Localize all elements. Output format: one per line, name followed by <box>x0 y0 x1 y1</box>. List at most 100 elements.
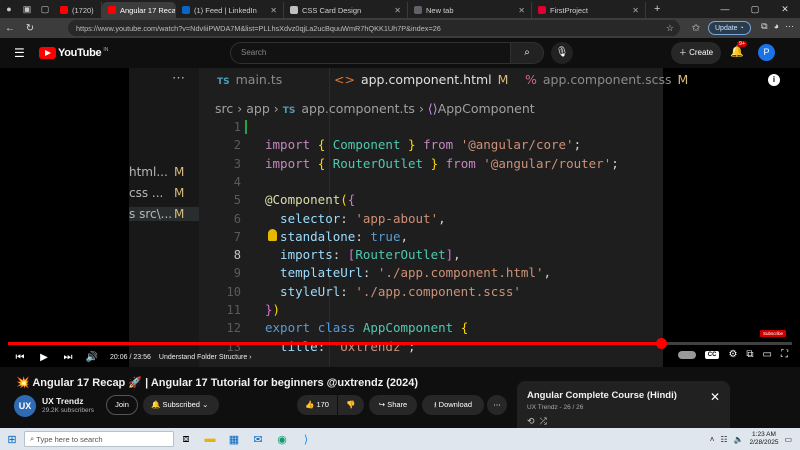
taskbar-search-input[interactable]: ⌕ Type here to search <box>24 431 174 447</box>
info-icon[interactable]: i <box>768 74 780 86</box>
code-token: import <box>265 155 318 171</box>
code-token: : <box>332 247 348 263</box>
tab-close-icon[interactable]: ✕ <box>264 6 277 15</box>
line-number: 7 <box>233 229 241 244</box>
playlist-title[interactable]: Angular Complete Course (Hindi) <box>527 390 677 401</box>
lightbulb-icon <box>268 229 277 241</box>
tab-favicon-icon <box>538 6 546 14</box>
play-icon[interactable]: ▶ <box>32 352 56 363</box>
minimize-icon[interactable]: — <box>710 4 740 15</box>
share-button[interactable]: ↪ Share <box>369 395 417 415</box>
code-token: templateUrl <box>265 265 363 281</box>
back-icon[interactable]: ← <box>0 23 20 34</box>
join-button[interactable]: Join <box>106 395 138 415</box>
subscribe-watermark[interactable]: Subscribe <box>759 330 786 337</box>
more-actions-button[interactable]: ⋯ <box>487 395 507 415</box>
maximize-icon[interactable]: ▢ <box>740 4 770 15</box>
windows-start-icon[interactable]: ⊞ <box>0 433 24 446</box>
code-token: Component <box>332 137 401 153</box>
miniplayer-icon[interactable]: ⧉ <box>746 349 753 360</box>
close-icon[interactable]: ✕ <box>710 390 720 404</box>
url-field[interactable]: https://www.youtube.com/watch?v=NdvIiiPW… <box>68 20 680 36</box>
browser-tab[interactable]: CSS Card Design ✕ <box>284 2 408 18</box>
tab-close-icon[interactable]: ✕ <box>388 6 401 15</box>
search-button[interactable]: ⌕ <box>510 42 544 64</box>
line-number: 1 <box>233 120 241 134</box>
settings-gear-icon[interactable]: ⚙ <box>728 349 737 360</box>
fullscreen-icon[interactable]: ⛶ <box>781 349 788 360</box>
code-line: @Component({ <box>265 192 355 207</box>
code-token: RouterOutlet <box>355 247 446 263</box>
chapter-title[interactable]: Understand Folder Structure › <box>159 354 252 361</box>
hamburger-menu-icon[interactable]: ☰ <box>14 46 25 60</box>
code-line: standalone: true, <box>265 229 408 244</box>
address-bar-row: ← ↻ https://www.youtube.com/watch?v=NdvI… <box>0 18 800 38</box>
theater-mode-icon[interactable]: ▭ <box>763 349 772 360</box>
create-button[interactable]: ＋ Create <box>671 42 721 64</box>
subscribed-button[interactable]: 🔔 Subscribed ⌄ <box>143 395 219 415</box>
task-view-icon[interactable]: ⧈ <box>174 433 198 446</box>
extensions-icon[interactable]: ⧉ <box>761 21 767 32</box>
profile-icon[interactable]: ● <box>0 0 18 18</box>
mail-icon[interactable]: ✉ <box>246 433 270 446</box>
download-button[interactable]: ⭳ Download <box>422 395 484 415</box>
explorer-more-icon: ⋯ <box>172 70 185 85</box>
line-number: 2 <box>233 138 241 153</box>
tab-actions-icon[interactable]: ▢ <box>36 0 54 18</box>
browser-tab[interactable]: New tab ✕ <box>408 2 532 18</box>
tab-close-icon[interactable]: ✕ <box>626 6 639 15</box>
code-token: '@angular/router' <box>483 155 612 171</box>
file-explorer-icon[interactable]: ▬ <box>198 433 222 445</box>
like-count: 170 <box>316 400 329 409</box>
search-icon: ⌕ <box>524 47 530 58</box>
editor-tab-label: app.component.html <box>360 72 492 87</box>
search-icon: ⌕ <box>30 434 35 443</box>
volume-tray-icon[interactable]: 🔈 <box>734 435 744 444</box>
edge-browser-icon[interactable]: ◉ <box>270 433 294 446</box>
notifications-icon[interactable]: ▭ <box>784 435 792 444</box>
close-window-icon[interactable]: ✕ <box>770 4 800 15</box>
previous-icon[interactable]: ⏮ <box>8 352 32 363</box>
browser-tab[interactable]: Angular 17 Recap 🚀✕ <box>102 2 176 18</box>
browser-tab[interactable]: (1) Feed | LinkedIn ✕ <box>176 2 284 18</box>
like-button[interactable]: 👍 170 <box>297 395 337 415</box>
captions-icon[interactable]: CC <box>704 350 720 359</box>
update-button[interactable]: Update ◔ <box>708 21 751 35</box>
dislike-button[interactable]: 👎 <box>338 395 364 415</box>
menu-dots-icon[interactable]: ⋯ <box>785 21 794 32</box>
next-icon[interactable]: ⏭ <box>56 352 80 363</box>
search-input[interactable]: Search <box>230 42 510 64</box>
bookmark-star-icon[interactable]: ☆ <box>666 23 674 34</box>
browser-tab[interactable]: (1720)✕ <box>54 2 102 18</box>
favorites-icon[interactable]: ✩ <box>686 23 706 34</box>
line-number: 5 <box>233 193 241 208</box>
code-token: styleUrl <box>265 283 341 299</box>
tray-up-arrow-icon[interactable]: ˄ <box>710 435 715 444</box>
channel-name[interactable]: UX Trendz <box>42 396 84 406</box>
vscode-icon[interactable]: ⟩ <box>294 433 318 446</box>
progress-bar[interactable] <box>8 338 792 349</box>
playlist-subtitle: UX Trendz - 26 / 26 <box>527 404 584 411</box>
volume-icon[interactable]: 🔊 <box>80 352 104 363</box>
clock[interactable]: 1:23 AM 2/28/2025 <box>750 431 779 447</box>
player-controls: ⏮ ▶ ⏭ 🔊 20:06 / 23:56 Understand Folder … <box>0 347 800 367</box>
code-token: @Component <box>265 192 341 208</box>
voice-search-button[interactable]: 🎙 <box>551 42 573 64</box>
workspaces-icon[interactable]: ▣ <box>18 0 36 18</box>
channel-avatar[interactable]: UX <box>14 395 36 417</box>
copilot-icon[interactable]: ◕ <box>774 21 779 32</box>
autoplay-toggle[interactable] <box>677 350 696 359</box>
browser-tab[interactable]: FirstProject ✕ <box>532 2 646 18</box>
avatar[interactable]: P <box>758 44 775 61</box>
youtube-logo[interactable]: YouTube IN <box>39 47 108 59</box>
shuffle-icon[interactable]: ⤮ <box>540 416 547 426</box>
store-icon[interactable]: ▦ <box>222 433 246 446</box>
new-tab-button[interactable]: + <box>646 3 668 15</box>
reload-icon[interactable]: ↻ <box>20 23 40 34</box>
network-icon[interactable]: ☷ <box>720 435 727 444</box>
tab-close-icon[interactable]: ✕ <box>94 6 101 15</box>
loop-icon[interactable]: ⟲ <box>527 416 535 426</box>
system-tray: ˄ ☷ 🔈 1:23 AM 2/28/2025 ▭ <box>710 431 800 447</box>
video-player[interactable]: ⋯ TS main.ts <> app.component.html M% app.com… <box>0 68 800 367</box>
tab-close-icon[interactable]: ✕ <box>512 6 525 15</box>
